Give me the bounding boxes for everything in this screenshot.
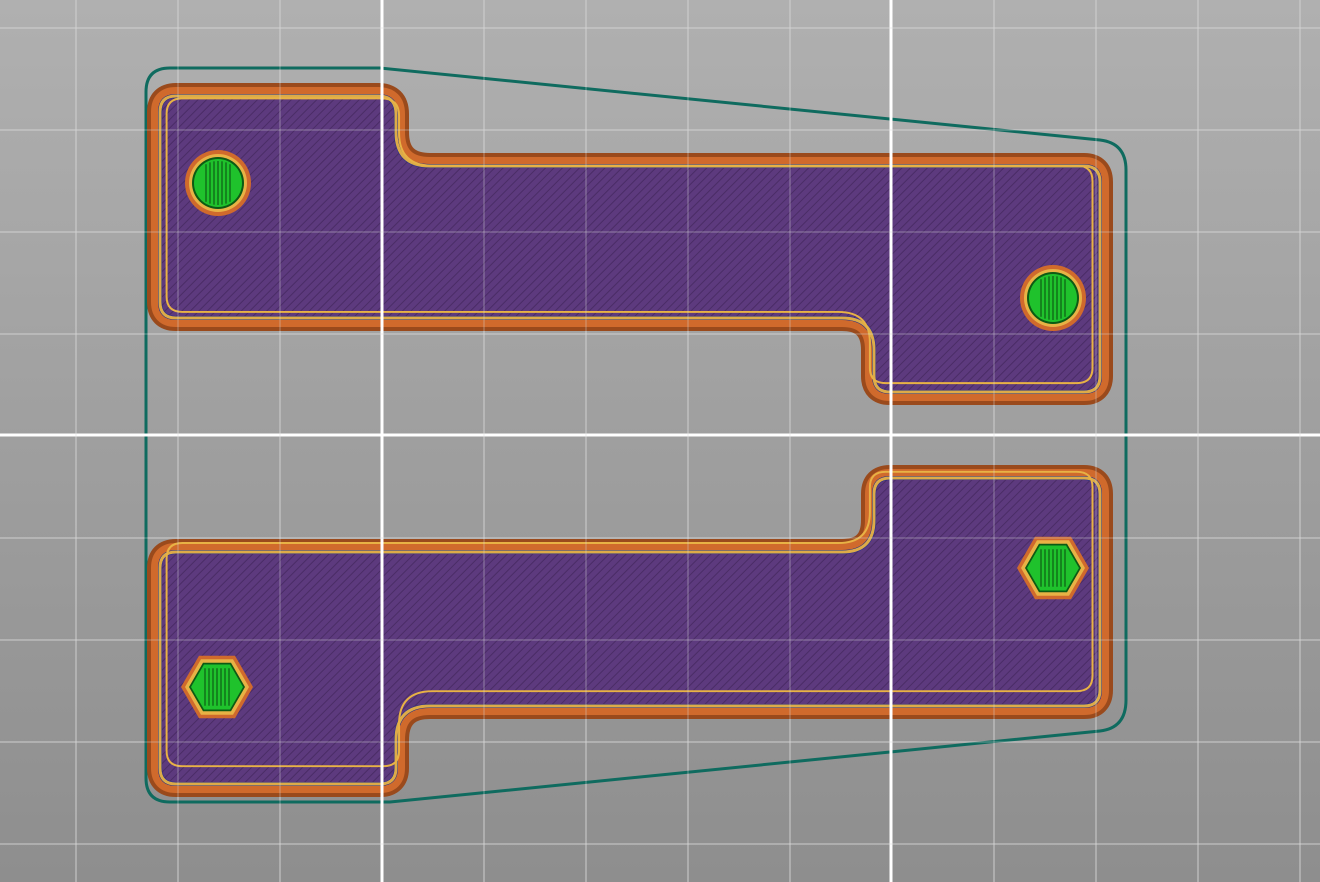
gcode-preview-viewport[interactable] — [0, 0, 1320, 882]
round-insert-hole[interactable] — [1020, 265, 1086, 331]
print-bed-canvas[interactable] — [0, 0, 1320, 882]
round-insert-hole[interactable] — [185, 150, 251, 216]
